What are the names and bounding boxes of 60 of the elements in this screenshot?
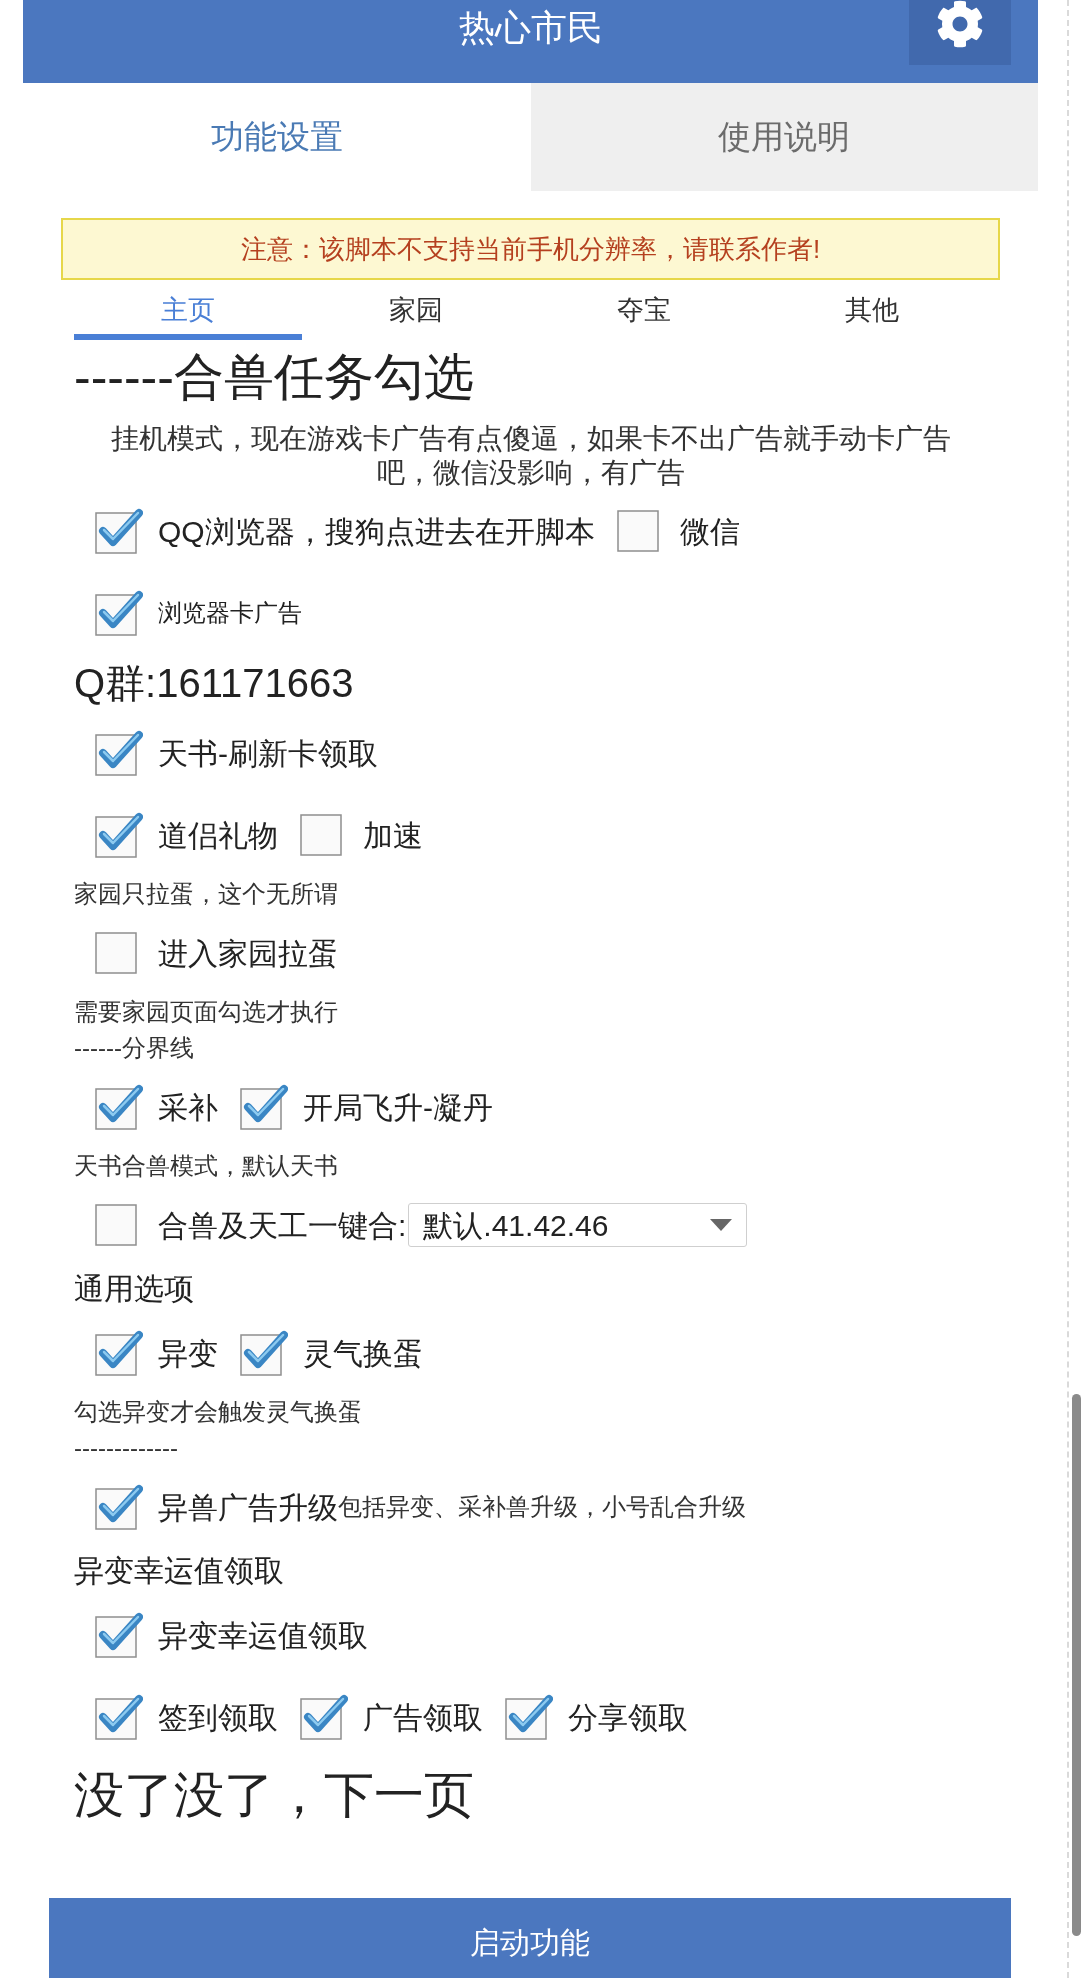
checkbox[interactable] <box>300 814 343 856</box>
settings-button[interactable] <box>909 0 1011 65</box>
dropdown[interactable]: 默认.41.42.46 <box>408 1203 748 1247</box>
checkbox[interactable] <box>616 510 660 552</box>
caret-icon <box>710 1219 733 1231</box>
hint-text: 天书合兽模式，默认天书 <box>74 1154 338 1178</box>
checkbox[interactable] <box>95 812 143 858</box>
hint-text: ------分界线 <box>74 1036 194 1060</box>
checkbox-label: 进入家园拉蛋 <box>158 935 338 972</box>
checkbox-label: 微信 <box>679 513 740 550</box>
sub-tab[interactable]: 家园 <box>302 280 530 340</box>
checkbox[interactable] <box>240 1084 288 1130</box>
section-label: 异变幸运值领取 <box>74 1556 284 1586</box>
checkbox-label: 天书-刷新卡领取 <box>158 735 378 772</box>
checkbox-label: QQ浏览器，搜狗点进去在开脚本 <box>158 513 595 550</box>
checkbox[interactable] <box>95 1084 143 1130</box>
section-title: ------合兽任务勾选 <box>74 352 474 402</box>
checkbox[interactable] <box>95 1330 143 1376</box>
checkbox-label: 分享领取 <box>568 1699 688 1736</box>
checkbox[interactable] <box>95 1694 143 1740</box>
section-label: 通用选项 <box>74 1274 194 1304</box>
hint-text: ------------- <box>74 1436 178 1460</box>
checkbox-label: 道侣礼物 <box>158 817 278 854</box>
sub-tab[interactable]: 其他 <box>758 280 986 340</box>
start-button[interactable]: 启动功能 <box>49 1898 1011 1978</box>
checkbox[interactable] <box>505 1694 553 1740</box>
app-title: 热心市民 <box>458 6 603 50</box>
hint-text: 需要家园页面勾选才执行 <box>74 1000 338 1024</box>
checkbox-label: 合兽及天工一键合: <box>158 1207 407 1244</box>
checkbox-label: 采补 <box>158 1089 218 1126</box>
description-text: 挂机模式，现在游戏卡广告有点傻逼，如果卡不出广告就手动卡广告吧，微信没影响，有广告 <box>109 422 952 490</box>
sub-tab[interactable]: 主页 <box>74 280 302 340</box>
checkbox[interactable] <box>95 1612 143 1658</box>
hint-text: 家园只拉蛋，这个无所谓 <box>74 882 338 906</box>
scrollbar-thumb[interactable] <box>1072 1394 1081 1936</box>
group-number-text: Q群:161171663 <box>74 663 354 703</box>
settings-icon <box>936 0 984 48</box>
checkbox[interactable] <box>240 1330 288 1376</box>
notice-banner: 注意：该脚本不支持当前手机分辨率，请联系作者! <box>61 218 1000 280</box>
checkbox[interactable] <box>95 1484 143 1530</box>
sub-tab[interactable]: 夺宝 <box>530 280 758 340</box>
hint-text: 勾选异变才会触发灵气换蛋 <box>74 1400 362 1424</box>
section-title: 没了没了，下一页 <box>74 1770 474 1820</box>
checkbox[interactable] <box>95 932 138 974</box>
checkbox[interactable] <box>95 730 143 776</box>
checkbox-label: 加速 <box>363 817 423 854</box>
checkbox-label: 异变 <box>158 1335 218 1372</box>
checkbox-label: 灵气换蛋 <box>303 1335 423 1372</box>
checkbox-label: 广告领取 <box>363 1699 483 1736</box>
tab[interactable]: 使用说明 <box>530 83 1038 191</box>
checkbox-label: 开局飞升-凝丹 <box>303 1089 493 1126</box>
checkbox-label: 浏览器卡广告 <box>158 598 302 628</box>
option-note: 包括异变、采补兽升级，小号乱合升级 <box>338 1492 746 1520</box>
checkbox-label: 签到领取 <box>158 1699 278 1736</box>
checkbox[interactable] <box>95 1204 138 1246</box>
checkbox-label: 异兽广告升级 <box>158 1489 338 1526</box>
checkbox[interactable] <box>95 590 143 636</box>
checkbox[interactable] <box>95 508 143 554</box>
checkbox-label: 异变幸运值领取 <box>158 1617 368 1654</box>
checkbox[interactable] <box>300 1694 348 1740</box>
